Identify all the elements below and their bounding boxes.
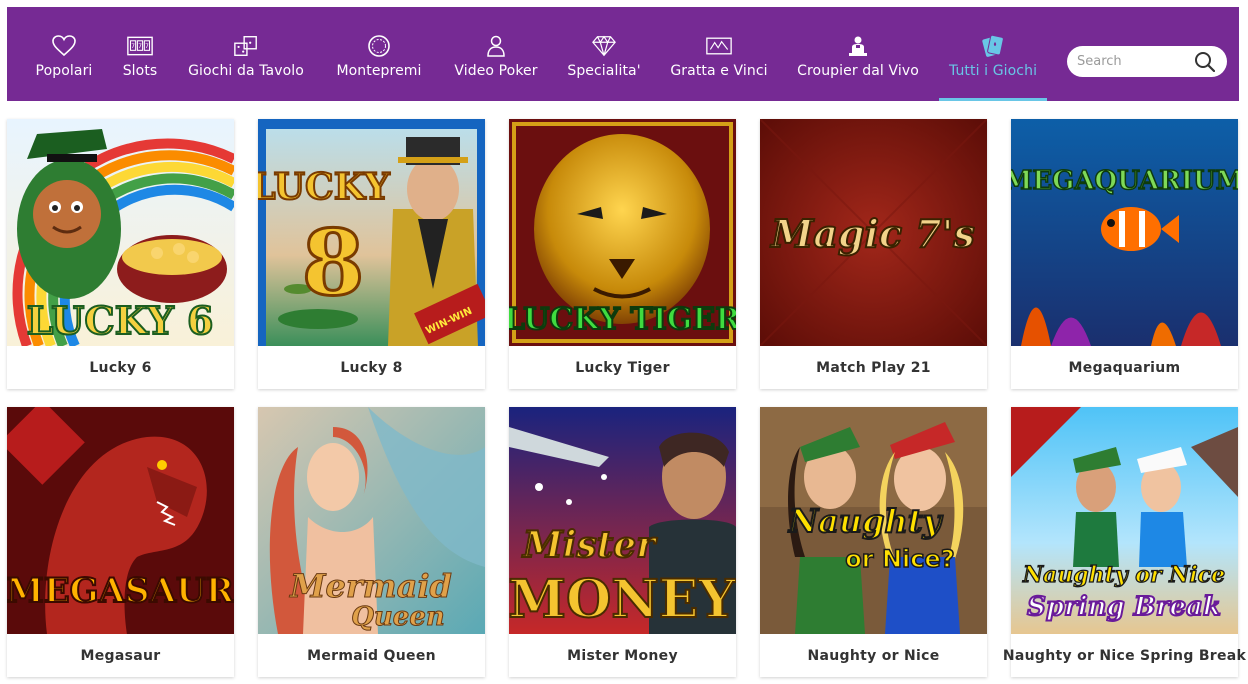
diamond-icon: [590, 33, 618, 59]
game-thumbnail: LUCKY 8 WIN-WIN: [258, 119, 485, 346]
jackpot-coin-icon: [365, 33, 393, 59]
nav-item-slots[interactable]: 777 Slots: [121, 7, 159, 101]
game-title: Mister Money: [567, 647, 678, 664]
main-nav: Popolari 777 Slots Giochi da Tavolo Mont…: [7, 7, 1239, 101]
search-input[interactable]: [1077, 52, 1187, 71]
heart-icon: [50, 33, 78, 59]
nav-item-video-poker[interactable]: Video Poker: [452, 7, 540, 101]
nav-item-croupier-dal-vivo[interactable]: Croupier dal Vivo: [797, 7, 919, 101]
game-title: Naughty or Nice: [807, 647, 940, 664]
svg-text:LUCKY: LUCKY: [258, 166, 391, 208]
svg-text:7: 7: [145, 43, 149, 50]
game-title: Megasaur: [80, 647, 161, 664]
game-thumbnail: Magic 7's: [760, 119, 987, 346]
search-icon[interactable]: [1194, 51, 1215, 72]
svg-text:Magic 7's: Magic 7's: [769, 211, 975, 256]
svg-text:Naughty or Nice: Naughty or Nice: [1022, 562, 1225, 588]
game-title: Mermaid Queen: [307, 647, 436, 664]
svg-text:7: 7: [131, 43, 135, 50]
game-card[interactable]: Mermaid Queen Mermaid Queen: [258, 407, 485, 677]
game-thumbnail: Mister MONEY: [509, 407, 736, 634]
game-card[interactable]: Naughty or Nice Spring Break Naughty or …: [1002, 407, 1247, 677]
nav-label: Popolari: [35, 63, 93, 79]
svg-text:7: 7: [138, 43, 142, 50]
nav-item-popolari[interactable]: Popolari: [33, 7, 95, 101]
game-card[interactable]: LUCKY 6 Lucky 6: [7, 119, 234, 389]
svg-text:LUCKY 6: LUCKY 6: [27, 298, 214, 343]
game-title: Lucky 8: [340, 359, 403, 376]
nav-label: Slots: [122, 63, 158, 79]
active-tab-indicator: [939, 98, 1047, 101]
nav-item-tutti-i-giochi[interactable]: Tutti i Giochi: [939, 7, 1047, 101]
svg-text:LUCKY TIGER: LUCKY TIGER: [509, 302, 736, 337]
search-box: [1067, 46, 1227, 77]
nav-item-giochi-da-tavolo[interactable]: Giochi da Tavolo: [187, 7, 305, 101]
game-thumbnail: MEGASAUR: [7, 407, 234, 634]
game-card[interactable]: Mister MONEY Mister Money: [509, 407, 736, 677]
game-thumbnail: Naughty or Nice?: [760, 407, 987, 634]
nav-label: Specialita': [567, 63, 641, 79]
nav-item-montepremi[interactable]: Montepremi: [333, 7, 425, 101]
svg-text:Spring Break: Spring Break: [1027, 592, 1221, 622]
svg-text:or Nice?: or Nice?: [845, 545, 954, 573]
cards-icon: [979, 33, 1007, 59]
game-title: Lucky Tiger: [575, 359, 670, 376]
svg-text:Mister: Mister: [521, 524, 658, 566]
slot-machine-icon: 777: [126, 33, 154, 59]
dice-icon: [232, 33, 260, 59]
nav-label: Montepremi: [336, 63, 422, 79]
game-title: Naughty or Nice Spring Break: [1002, 647, 1247, 664]
game-card[interactable]: MEGASAUR Megasaur: [7, 407, 234, 677]
game-card[interactable]: Magic 7's Match Play 21: [760, 119, 987, 389]
svg-text:MEGAQUARIUM: MEGAQUARIUM: [1011, 166, 1238, 196]
nav-label: Video Poker: [454, 63, 538, 79]
svg-text:Naughty: Naughty: [788, 502, 944, 540]
game-card[interactable]: LUCKY TIGER Lucky Tiger: [509, 119, 736, 389]
svg-text:8: 8: [302, 210, 365, 316]
game-thumbnail: Naughty or Nice Spring Break: [1011, 407, 1238, 634]
svg-text:MEGASAUR: MEGASAUR: [7, 571, 234, 611]
game-thumbnail: MEGAQUARIUM: [1011, 119, 1238, 346]
game-title: Match Play 21: [816, 359, 931, 376]
game-title: Megaquarium: [1068, 359, 1181, 376]
game-title: Lucky 6: [89, 359, 152, 376]
nav-item-gratta-e-vinci[interactable]: Gratta e Vinci: [670, 7, 768, 101]
game-thumbnail: LUCKY 6: [7, 119, 234, 346]
nav-label: Croupier dal Vivo: [797, 63, 919, 79]
game-thumbnail: LUCKY TIGER: [509, 119, 736, 346]
nav-label: Giochi da Tavolo: [188, 63, 304, 79]
svg-text:Queen: Queen: [351, 602, 445, 632]
nav-item-specialita[interactable]: Specialita': [567, 7, 641, 101]
game-thumbnail: Mermaid Queen: [258, 407, 485, 634]
scratch-card-icon: [705, 33, 733, 59]
game-card[interactable]: MEGAQUARIUM Megaquarium: [1011, 119, 1238, 389]
nav-label: Gratta e Vinci: [670, 63, 768, 79]
game-card[interactable]: Naughty or Nice? Naughty or Nice: [760, 407, 987, 677]
croupier-icon: [844, 33, 872, 59]
nav-label: Tutti i Giochi: [948, 63, 1038, 79]
player-icon: [482, 33, 510, 59]
svg-text:MONEY: MONEY: [509, 569, 736, 630]
game-card[interactable]: LUCKY 8 WIN-WIN Lucky 8: [258, 119, 485, 389]
svg-text:Mermaid: Mermaid: [289, 567, 452, 605]
